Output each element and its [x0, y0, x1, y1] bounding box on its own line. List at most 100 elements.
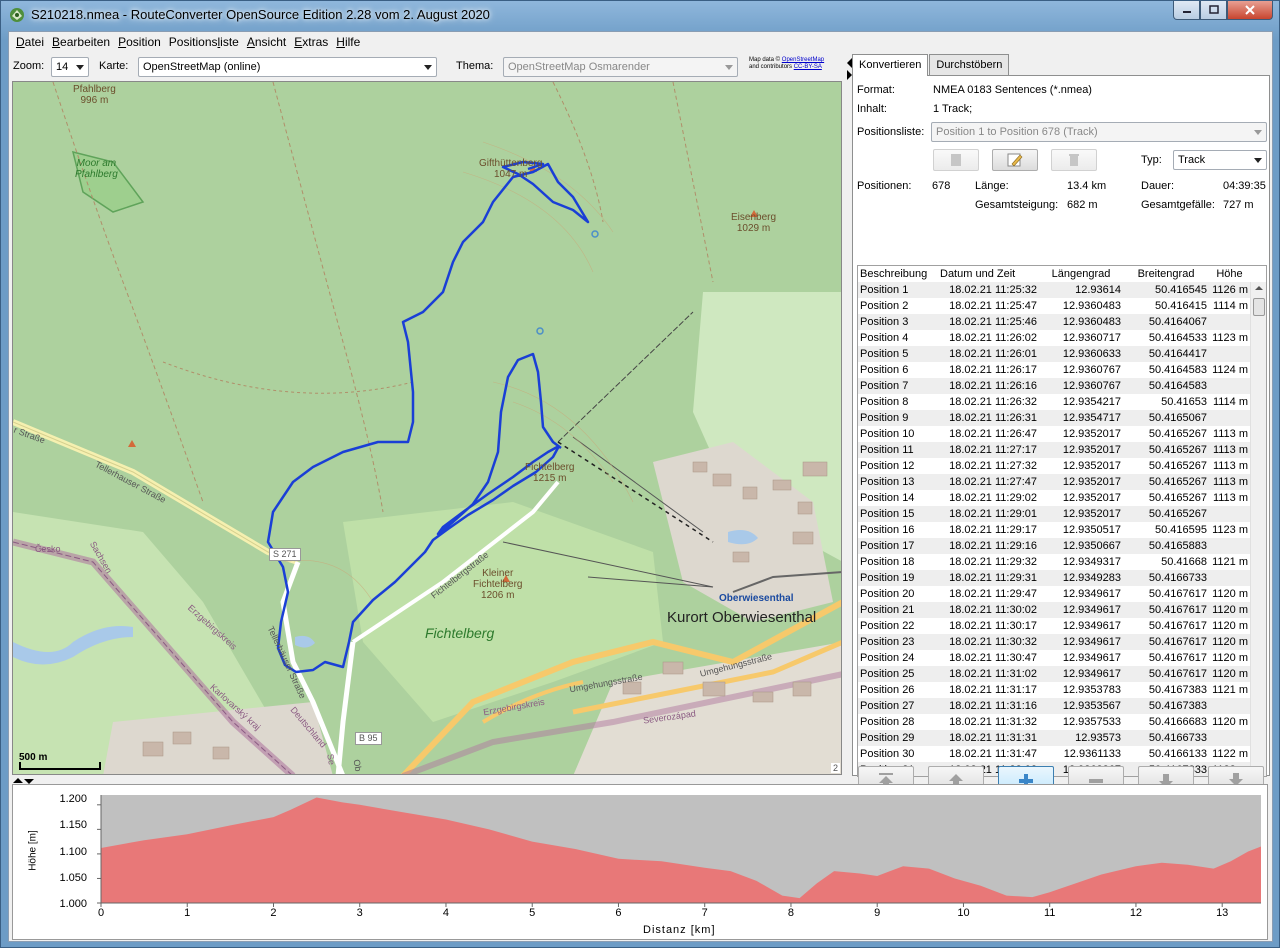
- descent-label: Gesamtgefälle:: [1141, 199, 1215, 211]
- new-list-button[interactable]: [933, 149, 979, 171]
- menu-extras[interactable]: Extras: [290, 32, 332, 52]
- map-label-moor: Moor am Pfahlberg: [75, 158, 118, 180]
- title-bar[interactable]: S210218.nmea - RouteConverter OpenSource…: [1, 1, 1279, 31]
- cell-elevation: 1124 m: [1212, 364, 1248, 376]
- cell-longitude: 12.9361133: [1063, 748, 1121, 760]
- table-row[interactable]: Position 7 18.02.21 11:26:16 12.9360767 50.…: [858, 378, 1250, 394]
- map-label-gifthuettenberg: Gifthüttenberg 1047 m: [479, 158, 543, 180]
- map-view[interactable]: Pfahlberg 996 m Moor am Pfahlberg Gifthütt…: [12, 81, 842, 775]
- table-row[interactable]: Position 29 18.02.21 11:31:31 12.93573 50.4…: [858, 730, 1250, 746]
- table-row[interactable]: Position 19 18.02.21 11:29:31 12.9349283 50…: [858, 570, 1250, 586]
- col-header-laengengrad[interactable]: Längengrad: [1039, 266, 1123, 282]
- cell-elevation: [1209, 410, 1250, 426]
- openstreetmap-link[interactable]: OpenStreetMap: [782, 57, 824, 63]
- tab-durchstoebern[interactable]: Durchstöbern: [929, 54, 1010, 76]
- cell-datetime: 18.02.21 11:27:32: [949, 460, 1037, 472]
- menu-datei[interactable]: Datei: [12, 32, 48, 52]
- type-select[interactable]: Track: [1173, 150, 1267, 170]
- cell-longitude: 12.9360767: [1062, 380, 1121, 392]
- scroll-thumb[interactable]: [1253, 298, 1265, 316]
- format-label: Format:: [857, 84, 895, 96]
- cell-datetime: 18.02.21 11:26:47: [949, 428, 1037, 440]
- cell-description: Position 13: [860, 476, 915, 488]
- delete-list-button[interactable]: [1051, 149, 1097, 171]
- table-row[interactable]: Position 17 18.02.21 11:29:16 12.9350667 50…: [858, 538, 1250, 554]
- table-row[interactable]: Position 25 18.02.21 11:31:02 12.9349617 50…: [858, 666, 1250, 682]
- table-row[interactable]: Position 18 18.02.21 11:29:32 12.9349317 50…: [858, 554, 1250, 570]
- menu-ansicht[interactable]: Ansicht: [243, 32, 290, 52]
- cell-datetime: 18.02.21 11:27:17: [949, 444, 1037, 456]
- menu-positionsliste[interactable]: Positionsliste: [165, 32, 243, 52]
- map-select[interactable]: OpenStreetMap (online): [138, 57, 437, 77]
- map-label-cesko: Česko: [35, 544, 61, 554]
- minimize-button[interactable]: [1173, 1, 1200, 20]
- x-tick-label: 12: [1129, 907, 1143, 919]
- cell-elevation: 1120 m: [1212, 604, 1248, 616]
- table-row[interactable]: Position 28 18.02.21 11:31:32 12.9357533 50…: [858, 714, 1250, 730]
- elevation-profile[interactable]: 1.200 1.150 1.100 1.050 1.000 0123456789…: [12, 784, 1268, 940]
- table-scrollbar[interactable]: [1250, 282, 1266, 776]
- table-row[interactable]: Position 12 18.02.21 11:27:32 12.9352017 50…: [858, 458, 1250, 474]
- x-tick-label: 6: [615, 907, 622, 919]
- table-row[interactable]: Position 20 18.02.21 11:29:47 12.9349617 50…: [858, 586, 1250, 602]
- col-header-hoehe[interactable]: Höhe: [1209, 266, 1250, 282]
- cell-elevation: [1209, 538, 1250, 554]
- scroll-up-icon[interactable]: [1255, 286, 1263, 290]
- table-row[interactable]: Position 10 18.02.21 11:26:47 12.9352017 50…: [858, 426, 1250, 442]
- table-row[interactable]: Position 8 18.02.21 11:26:32 12.9354217 50.…: [858, 394, 1250, 410]
- close-button[interactable]: [1227, 1, 1273, 20]
- table-row[interactable]: Position 16 18.02.21 11:29:17 12.9350517 50…: [858, 522, 1250, 538]
- table-row[interactable]: Position 30 18.02.21 11:31:47 12.9361133 50…: [858, 746, 1250, 762]
- table-row[interactable]: Position 23 18.02.21 11:30:32 12.9349617 50…: [858, 634, 1250, 650]
- table-row[interactable]: Position 27 18.02.21 11:31:16 12.9353567 50…: [858, 698, 1250, 714]
- table-row[interactable]: Position 14 18.02.21 11:29:02 12.9352017 50…: [858, 490, 1250, 506]
- cell-datetime: 18.02.21 11:25:46: [949, 316, 1037, 328]
- cell-latitude: 50.4164067: [1148, 316, 1207, 328]
- cell-elevation: [1209, 378, 1250, 394]
- table-row[interactable]: Position 4 18.02.21 11:26:02 12.9360717 50.…: [858, 330, 1250, 346]
- table-row[interactable]: Position 6 18.02.21 11:26:17 12.9360767 50.…: [858, 362, 1250, 378]
- col-header-datum[interactable]: Datum und Zeit: [938, 266, 1039, 282]
- cell-datetime: 18.02.21 11:29:47: [949, 588, 1037, 600]
- table-row[interactable]: Position 3 18.02.21 11:25:46 12.9360483 50.…: [858, 314, 1250, 330]
- horizontal-splitter[interactable]: [9, 776, 1272, 784]
- table-row[interactable]: Position 26 18.02.21 11:31:17 12.9353783 50…: [858, 682, 1250, 698]
- cell-latitude: 50.4165267: [1148, 428, 1207, 440]
- zoom-select[interactable]: 14: [51, 57, 89, 77]
- cell-latitude: 50.4167617: [1148, 620, 1207, 632]
- collapse-up-icon[interactable]: [13, 778, 23, 783]
- col-header-beschreibung[interactable]: Beschreibung: [858, 266, 938, 282]
- cell-longitude: 12.9354217: [1062, 396, 1121, 408]
- license-link[interactable]: CC-BY-SA: [794, 64, 822, 70]
- table-row[interactable]: Position 1 18.02.21 11:25:32 12.93614 50.41…: [858, 282, 1250, 298]
- cell-description: Position 22: [860, 620, 915, 632]
- tab-konvertieren[interactable]: Konvertieren: [852, 54, 929, 76]
- cell-elevation: 1114 m: [1212, 300, 1248, 312]
- map-label-fichtelberg-area: Fichtelberg: [425, 625, 495, 641]
- cell-datetime: 18.02.21 11:30:47: [949, 652, 1037, 664]
- theme-select: OpenStreetMap Osmarender: [503, 57, 738, 77]
- table-row[interactable]: Position 15 18.02.21 11:29:01 12.9352017 50…: [858, 506, 1250, 522]
- cell-description: Position 9: [860, 412, 909, 424]
- rename-list-button[interactable]: [992, 149, 1038, 171]
- type-value: Track: [1178, 154, 1206, 166]
- map-label-b95: B 95: [355, 732, 382, 745]
- table-row[interactable]: Position 5 18.02.21 11:26:01 12.9360633 50.…: [858, 346, 1250, 362]
- menu-position[interactable]: Position: [114, 32, 165, 52]
- table-row[interactable]: Position 22 18.02.21 11:30:17 12.9349617 50…: [858, 618, 1250, 634]
- table-row[interactable]: Position 21 18.02.21 11:30:02 12.9349617 50…: [858, 602, 1250, 618]
- menu-hilfe[interactable]: Hilfe: [332, 32, 364, 52]
- col-header-breitengrad[interactable]: Breitengrad: [1123, 266, 1209, 282]
- cell-datetime: 18.02.21 11:26:31: [949, 412, 1037, 424]
- table-row[interactable]: Position 13 18.02.21 11:27:47 12.9352017 50…: [858, 474, 1250, 490]
- theme-value: OpenStreetMap Osmarender: [508, 61, 650, 73]
- maximize-button[interactable]: [1200, 1, 1227, 20]
- table-row[interactable]: Position 2 18.02.21 11:25:47 12.9360483 50.…: [858, 298, 1250, 314]
- map-label: Karte:: [99, 60, 129, 72]
- positions-table[interactable]: Beschreibung Datum und Zeit Längengrad B…: [857, 265, 1267, 777]
- table-row[interactable]: Position 11 18.02.21 11:27:17 12.9352017 50…: [858, 442, 1250, 458]
- menu-bearbeiten[interactable]: Bearbeiten: [48, 32, 114, 52]
- convert-panel: Konvertieren Durchstöbern Format: NMEA 0…: [852, 54, 1270, 777]
- table-row[interactable]: Position 9 18.02.21 11:26:31 12.9354717 50.…: [858, 410, 1250, 426]
- table-row[interactable]: Position 24 18.02.21 11:30:47 12.9349617 50…: [858, 650, 1250, 666]
